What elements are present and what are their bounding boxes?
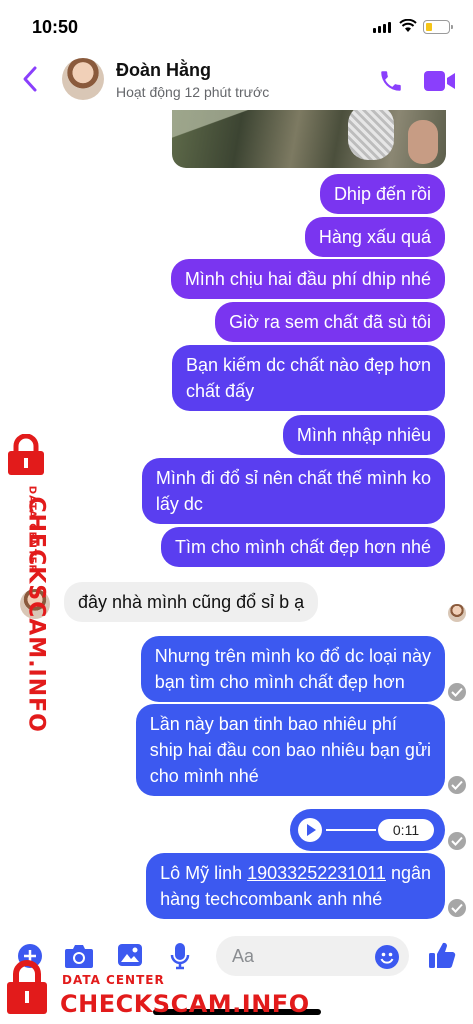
delivered-check-icon [448,683,466,701]
contact-name[interactable]: Đoàn Hằng [116,60,211,81]
microphone-icon[interactable] [170,942,190,970]
message-bubble-outgoing[interactable]: Dhip đến rồi [319,174,445,214]
message-bubble-outgoing[interactable]: Bạn kiếm dc chất nào đẹp hơn chất đấy [172,345,445,411]
conversation-header: Đoàn Hằng Hoạt động 12 phút trước [0,52,473,110]
message-bubble-incoming[interactable]: đây nhà mình cũng đổ sỉ b ạ [64,582,319,622]
message-text-line: bạn tìm cho mình chất đẹp hơn [154,672,405,692]
message-bubble-outgoing[interactable]: Lô Mỹ linh 19033252231011 ngân hàng tech… [146,853,445,919]
message-text-line: Mình đi đổ sỉ nên chất thế mình ko [155,468,431,488]
watermark-brand: CHECKSCAM.INFO [23,496,49,733]
message-text-line: Lần này ban tinh bao nhiêu phí [149,714,397,734]
battery-icon [423,20,453,34]
message-text-line: chất đấy [186,381,255,401]
contact-activity-status: Hoạt động 12 phút trước [116,84,270,100]
message-text-line: cho mình nhé [149,766,259,786]
message-text-line: Bạn kiếm dc chất nào đẹp hơn [186,355,431,375]
voice-duration: 0:11 [378,819,434,841]
watermark-lock-icon [7,960,47,1014]
video-call-icon[interactable] [424,70,456,92]
watermark-sub-label: DATA CENTER [62,973,165,987]
phone-call-icon[interactable] [378,68,404,94]
message-bubble-outgoing[interactable]: Nhưng trên mình ko đổ dc loại này bạn tì… [140,636,445,702]
message-input-placeholder: Aa [232,946,255,966]
watermark-brand: CHECKSCAM.INFO [60,990,310,1018]
back-chevron-icon[interactable] [18,64,42,94]
message-bubble-outgoing[interactable]: Mình chịu hai đầu phí dhip nhé [170,259,445,299]
seen-receipt-avatar [448,604,466,622]
watermark-lock-icon [8,434,44,475]
shared-photo[interactable] [172,110,446,168]
message-text-suffix: ngân [385,863,431,883]
message-text-line: lấy dc [155,494,203,514]
message-bubble-outgoing[interactable]: Giờ ra sem chất đã sù tôi [215,302,445,342]
message-text-line: hàng techcombank anh nhé [160,889,383,909]
message-text-line: Lô Mỹ linh 19033252231011 ngân [160,860,431,886]
message-bubble-outgoing[interactable]: Tìm cho mình chất đẹp hơn nhé [161,527,445,567]
message-input[interactable]: Aa [216,936,409,976]
wifi-icon [399,19,417,32]
signal-icon [373,22,391,33]
voice-progress-track[interactable] [326,829,376,831]
thumbs-up-icon[interactable] [428,940,456,970]
play-icon[interactable] [298,818,322,842]
message-bubble-outgoing[interactable]: Mình nhập nhiêu [282,415,445,455]
message-text-line: Nhưng trên mình ko đổ dc loại này [154,646,431,666]
status-bar: 10:50 [0,0,473,52]
message-text-prefix: Lô Mỹ linh [160,863,248,883]
delivered-check-icon [448,899,466,917]
delivered-check-icon [448,776,466,794]
message-bubble-outgoing[interactable]: Lần này ban tinh bao nhiêu phí ship hai … [135,704,445,796]
message-bubble-outgoing[interactable]: Mình đi đổ sỉ nên chất thế mình ko lấy d… [141,458,445,524]
contact-avatar[interactable] [62,58,104,100]
status-time: 10:50 [32,17,79,37]
delivered-check-icon [448,832,466,850]
gallery-image-icon[interactable] [117,943,143,967]
emoji-icon[interactable] [375,945,399,969]
message-text-line: ship hai đầu con bao nhiêu bạn gửi [149,740,431,760]
voice-message[interactable]: 0:11 [290,809,445,851]
message-bubble-outgoing[interactable]: Hàng xấu quá [304,217,445,257]
account-number-link[interactable]: 19033252231011 [247,863,386,883]
camera-icon[interactable] [64,943,94,969]
